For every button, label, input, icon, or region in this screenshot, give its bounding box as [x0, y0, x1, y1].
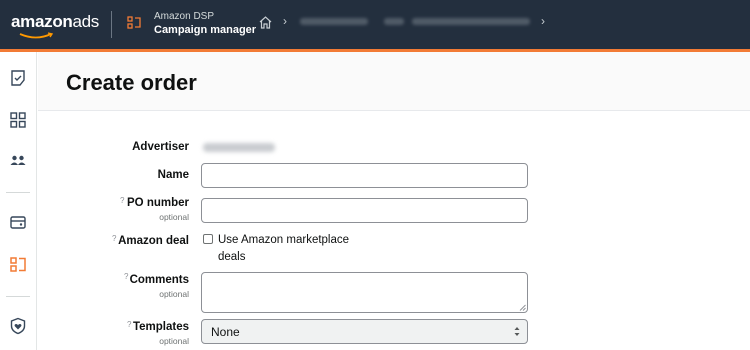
help-marker[interactable]: ?	[112, 234, 116, 243]
dashboard-icon[interactable]	[9, 111, 27, 129]
section-name[interactable]: Campaign manager	[154, 24, 256, 36]
page-header: Create order	[38, 52, 750, 111]
breadcrumb-advertiser-id[interactable]	[384, 18, 404, 25]
name-input[interactable]	[201, 163, 528, 188]
amazon-ads-logo[interactable]: amazonads	[11, 12, 99, 32]
logo-text-light: ads	[72, 12, 100, 31]
advertiser-label: Advertiser	[132, 141, 189, 153]
top-navigation-bar: amazonads Amazon DSP Campaign manager › …	[0, 0, 750, 49]
po-number-input[interactable]	[201, 198, 528, 223]
templates-label: Templates	[132, 321, 189, 333]
comments-textarea[interactable]	[201, 272, 528, 313]
logo-text-bold: amazon	[11, 12, 73, 31]
product-name: Amazon DSP	[154, 11, 215, 22]
billing-icon[interactable]	[9, 213, 27, 231]
name-label: Name	[157, 169, 189, 181]
select-arrows-icon	[514, 327, 520, 336]
audiences-icon[interactable]	[9, 151, 27, 169]
breadcrumb-chevron-icon: ›	[541, 14, 545, 28]
page-title: Create order	[66, 70, 197, 95]
dsp-icon[interactable]	[9, 255, 27, 273]
help-marker[interactable]: ?	[124, 272, 128, 281]
dsp-icon	[127, 16, 141, 29]
resize-handle-icon[interactable]	[519, 304, 526, 311]
comments-optional: optional	[159, 289, 189, 299]
amazon-smile-icon	[19, 32, 54, 39]
help-marker[interactable]: ?	[120, 196, 124, 205]
comments-label: Comments	[129, 274, 189, 286]
templates-select[interactable]: None	[201, 319, 528, 344]
amazon-deal-checkbox-label[interactable]: Use Amazon marketplace deals	[218, 232, 368, 266]
breadcrumb-chevron-icon: ›	[283, 14, 287, 28]
amazon-deal-checkbox[interactable]	[203, 234, 213, 244]
breadcrumb-advertiser[interactable]	[300, 18, 368, 25]
po-number-optional: optional	[159, 212, 189, 222]
amazon-deal-label: Amazon deal	[118, 235, 189, 247]
shield-icon[interactable]	[9, 317, 27, 335]
advertiser-value	[203, 143, 275, 152]
sidebar-divider	[6, 192, 30, 193]
help-marker[interactable]: ?	[127, 320, 131, 329]
templates-selected-value: None	[211, 325, 240, 339]
po-number-label: PO number	[127, 197, 189, 209]
breadcrumb-account[interactable]	[412, 18, 530, 25]
home-icon[interactable]	[258, 15, 273, 30]
sidebar-divider	[6, 296, 30, 297]
tasks-icon[interactable]	[9, 69, 27, 87]
templates-optional: optional	[159, 336, 189, 346]
sidebar	[0, 52, 37, 350]
divider	[111, 11, 112, 38]
